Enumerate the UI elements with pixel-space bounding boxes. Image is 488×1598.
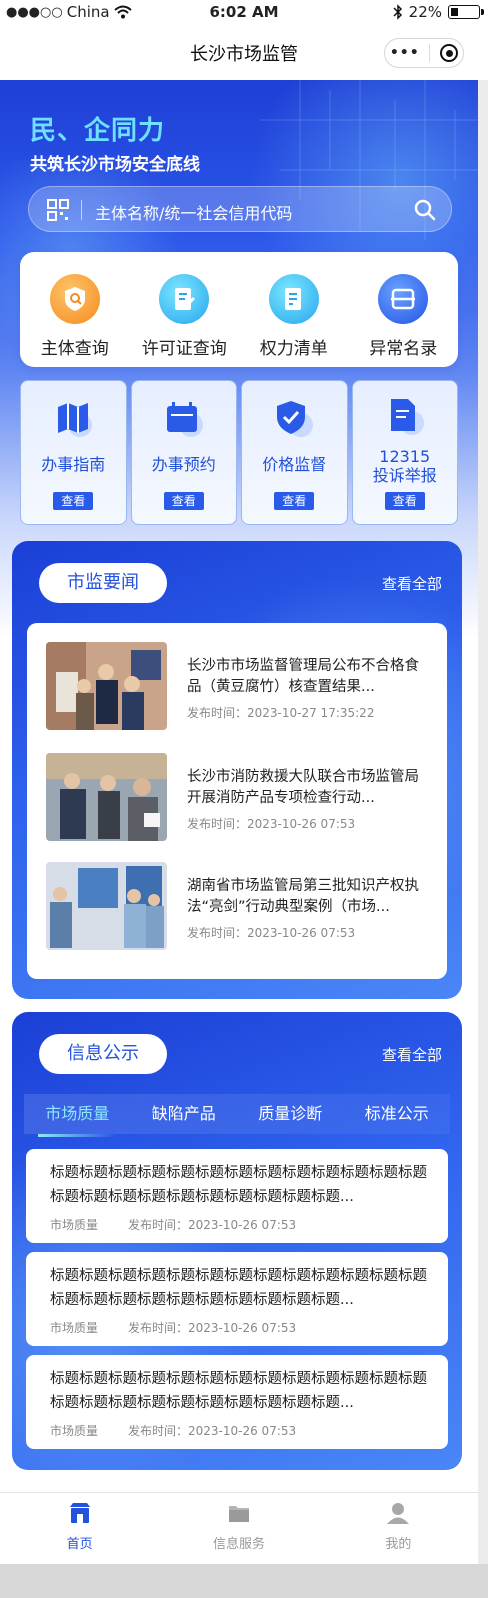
tab-market-quality[interactable]: 市场质量 [24,1094,131,1137]
quick-action-label: 异常名录 [369,339,438,359]
news-thumbnail [46,862,167,950]
nav-bar: 长沙市场监管 ••• [0,24,488,80]
info-category: 市场质量 [50,1218,99,1232]
tab-quality-diagnosis[interactable]: 质量诊断 [237,1094,344,1134]
tab-defective-products[interactable]: 缺陷产品 [131,1094,238,1134]
news-item[interactable]: 长沙市市场监督管理局公布不合格食品（黄豆腐竹）核查置结果... 发布时间：202… [46,642,436,732]
news-section-title: 市监要闻 [39,563,167,603]
home-indicator-area [0,1564,488,1598]
document-edit-icon [159,274,210,324]
info-title: 标题标题标题标题标题标题标题标题标题标题标题标题标题标题标题标题标题标题标题标题… [50,1165,427,1205]
info-section-title: 信息公示 [39,1034,167,1074]
quick-action-label: 许可证查询 [141,339,227,359]
tabbar-label: 首页 [66,1537,93,1552]
battery-percent: 22% [408,3,442,21]
scan-icon [378,274,429,324]
service-tile-appointment[interactable]: 办事预约 查看 [130,380,237,525]
shield-check-icon [277,401,314,437]
search-input[interactable]: 主体名称/统一社会信用代码 [95,200,292,224]
status-bar: ●●●○○ China 6:02 AM 22% [0,0,488,24]
hero-slogan-secondary: 共筑长沙市场安全底线 [30,155,200,175]
news-title: 长沙市市场监督管理局公布不合格食品（黄豆腐竹）核查置结果... [187,658,419,695]
info-item[interactable]: 标题标题标题标题标题标题标题标题标题标题标题标题标题标题标题标题标题标题标题标题… [26,1355,448,1449]
list-edit-icon [268,274,319,324]
battery-icon [448,5,484,19]
quick-action-label: 主体查询 [40,339,109,359]
view-button[interactable]: 查看 [384,492,425,510]
calendar-icon [166,402,203,437]
search-divider [81,200,82,220]
tabbar-info-service[interactable]: 信息服务 [159,1493,318,1564]
folder-icon [228,1506,249,1522]
bottom-tab-bar: 首页 信息服务 我的 [0,1492,478,1564]
shield-search-icon [49,274,100,324]
tabbar-home[interactable]: 首页 [0,1493,159,1564]
news-thumbnail [46,753,167,841]
status-right: 22% [393,3,484,21]
view-button[interactable]: 查看 [163,492,204,510]
scrollbar-track [478,80,488,1564]
service-tile-label: 投诉举报 [372,466,437,485]
news-title: 长沙市消防救援大队联合市场监管局开展消防产品专项检查行动... [187,769,419,806]
news-view-all-link[interactable]: 查看全部 [382,573,442,594]
map-icon [58,403,93,437]
tabbar-label: 我的 [385,1537,412,1552]
news-thumbnail [46,642,167,730]
news-item[interactable]: 湖南省市场监管局第三批知识产权执法“亮剑”行动典型案例（市场... 发布时间：2… [46,862,436,952]
tabbar-label: 信息服务 [212,1537,265,1552]
quick-action-abnormal-list[interactable]: 异常名录 [349,252,459,367]
info-timestamp: 发布时间：2023-10-26 07:53 [128,1321,297,1335]
quick-action-entity-query[interactable]: 主体查询 [20,252,130,367]
info-category: 市场质量 [50,1321,99,1335]
service-tile-price[interactable]: 价格监督 查看 [241,380,348,525]
info-tabs: 市场质量 缺陷产品 质量诊断 标准公示 [24,1094,451,1137]
service-tile-label: 办事指南 [41,455,106,474]
info-timestamp: 发布时间：2023-10-26 07:53 [128,1218,297,1232]
close-mini-program-icon[interactable] [440,44,459,62]
tabbar-mine[interactable]: 我的 [319,1493,478,1564]
service-tile-complaint[interactable]: 12315 投诉举报 查看 [351,380,458,525]
quick-action-power-list[interactable]: 权力清单 [239,252,349,367]
service-tiles: 办事指南 查看 办事预约 查看 价格监督 查看 12315 投诉举报 查看 [20,380,458,525]
news-title: 湖南省市场监管局第三批知识产权执法“亮剑”行动典型案例（市场... [187,878,419,915]
search-bar[interactable]: 主体名称/统一社会信用代码 [28,186,452,232]
view-button[interactable]: 查看 [53,492,94,510]
store-icon [69,1503,90,1523]
service-tile-label: 价格监督 [262,455,327,474]
user-icon [387,1503,410,1524]
news-timestamp: 发布时间：2023-10-26 07:53 [187,926,356,940]
news-timestamp: 发布时间：2023-10-26 07:53 [187,817,356,831]
quick-action-license-query[interactable]: 许可证查询 [130,252,240,367]
bluetooth-icon [393,4,402,20]
info-panel: 信息公示 查看全部 市场质量 缺陷产品 质量诊断 标准公示 标题标题标题标题标题… [12,1012,462,1470]
more-icon[interactable]: ••• [390,45,420,61]
mini-program-capsule: ••• [384,38,464,68]
service-tile-label: 办事预约 [151,455,216,474]
quick-action-label: 权力清单 [259,339,328,359]
info-item[interactable]: 标题标题标题标题标题标题标题标题标题标题标题标题标题标题标题标题标题标题标题标题… [26,1149,448,1243]
service-tile-label-number: 12315 [379,447,431,466]
capsule-divider [429,44,431,62]
quick-actions-card: 主体查询 许可证查询 权力清单 异常名录 [20,252,458,367]
hero-slogan-primary: 民、企同力 [30,116,166,146]
qr-scan-icon[interactable] [47,199,69,221]
info-category: 市场质量 [50,1424,99,1438]
news-panel: 市监要闻 查看全部 长沙市市场监督管理局公布不合格食品（黄豆腐竹）核查置结果..… [12,541,462,999]
view-button[interactable]: 查看 [274,492,315,510]
news-item[interactable]: 长沙市消防救援大队联合市场监管局开展消防产品专项检查行动... 发布时间：202… [46,753,436,843]
info-view-all-link[interactable]: 查看全部 [382,1044,442,1065]
tab-standards[interactable]: 标准公示 [344,1094,451,1134]
info-title: 标题标题标题标题标题标题标题标题标题标题标题标题标题标题标题标题标题标题标题标题… [50,1371,427,1411]
info-item[interactable]: 标题标题标题标题标题标题标题标题标题标题标题标题标题标题标题标题标题标题标题标题… [26,1252,448,1346]
service-tile-guide[interactable]: 办事指南 查看 [20,380,127,525]
info-timestamp: 发布时间：2023-10-26 07:53 [128,1424,297,1438]
info-title: 标题标题标题标题标题标题标题标题标题标题标题标题标题标题标题标题标题标题标题标题… [50,1268,427,1308]
news-list: 长沙市市场监督管理局公布不合格食品（黄豆腐竹）核查置结果... 发布时间：202… [27,623,447,979]
search-icon[interactable] [413,198,437,222]
news-timestamp: 发布时间：2023-10-27 17:35:22 [187,706,375,720]
report-icon [390,399,424,435]
